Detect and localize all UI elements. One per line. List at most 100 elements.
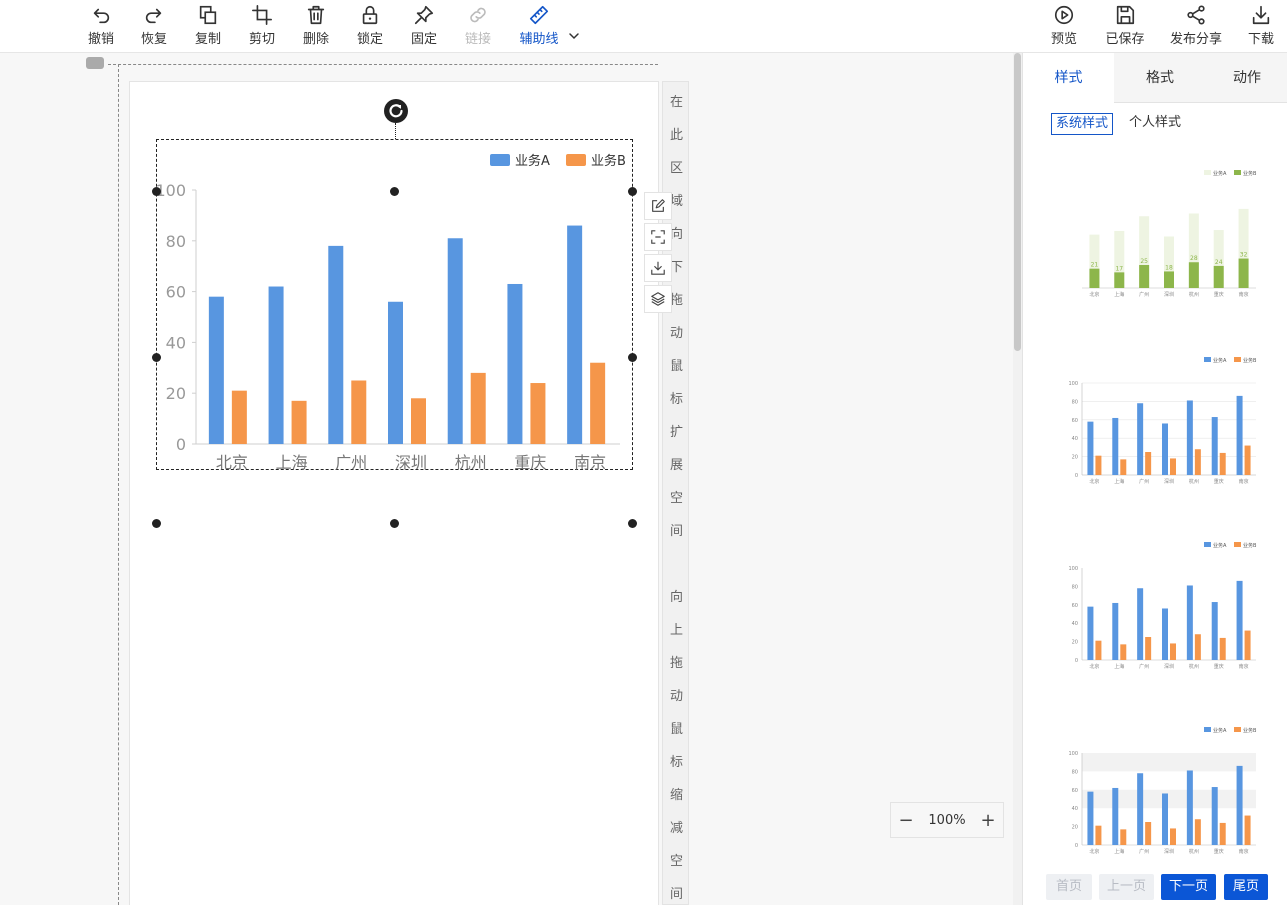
thumb-bar-b <box>1194 449 1201 475</box>
next-page-button[interactable]: 下一页 <box>1161 874 1216 900</box>
tab-format[interactable]: 格式 <box>1114 53 1206 103</box>
hint-char: 拖 <box>669 656 683 671</box>
horizontal-guide-line[interactable] <box>108 64 658 65</box>
thumb-bar-a <box>1186 400 1193 475</box>
tab-action[interactable]: 动作 <box>1206 53 1287 103</box>
thumb-bar-a <box>1211 417 1218 475</box>
delete-button[interactable]: 删除 <box>291 4 341 48</box>
redo-button[interactable]: 恢复 <box>129 4 179 48</box>
thumb-bar-a <box>1112 602 1119 660</box>
publish-share-button[interactable]: 发布分享 <box>1166 4 1226 48</box>
copy-icon <box>199 5 217 25</box>
layers-button[interactable] <box>644 285 672 313</box>
bar-a <box>208 296 224 444</box>
tab-style[interactable]: 样式 <box>1023 53 1114 103</box>
thumb-x-tick: 北京 <box>1089 663 1099 670</box>
hint-char: 动 <box>669 689 683 704</box>
prev-page-button[interactable]: 上一页 <box>1099 874 1154 900</box>
download-button[interactable]: 下载 <box>1236 4 1286 48</box>
thumb-x-tick: 北京 <box>1089 848 1099 855</box>
resize-handle-ne[interactable] <box>628 187 637 196</box>
guide-tag-icon[interactable] <box>86 57 104 69</box>
thumb-x-tick: 南京 <box>1239 478 1249 485</box>
thumb-x-tick: 深圳 <box>1164 478 1174 485</box>
preview-button[interactable]: 预览 <box>1039 4 1089 48</box>
download-label: 下载 <box>1247 32 1274 47</box>
hint-char: 空 <box>669 854 683 869</box>
subtab-personal-style[interactable]: 个人样式 <box>1125 113 1185 135</box>
replace-chart-button[interactable] <box>644 223 672 251</box>
save-icon <box>1116 5 1135 25</box>
hint-char: 向 <box>669 590 683 605</box>
thumb-bar-a <box>1087 791 1094 845</box>
thumb-bar-b <box>1145 637 1152 660</box>
x-tick-label: 南京 <box>574 453 606 471</box>
style-thumbnail-4[interactable]: 0 20 40 60 80 100 北京 上海 广州 深圳 杭州 重庆 南京 业务A 业务B <box>1042 715 1267 865</box>
resize-handle-w[interactable] <box>152 353 161 362</box>
thumb-legend-swatch <box>1234 357 1241 362</box>
scrollbar-thumb[interactable] <box>1014 53 1021 351</box>
thumb-y-tick: 60 <box>1072 603 1078 609</box>
rotate-handle[interactable] <box>384 99 408 123</box>
replace-icon <box>651 230 665 244</box>
resize-handle-e[interactable] <box>628 353 637 362</box>
subtab-system-style[interactable]: 系统样式 <box>1051 113 1114 135</box>
rotate-icon <box>389 104 403 118</box>
rotate-stem <box>395 123 396 139</box>
download-icon <box>651 261 665 275</box>
thumb-x-tick: 北京 <box>1089 291 1099 298</box>
thumb-bar-a <box>1211 787 1218 845</box>
resize-handle-sw[interactable] <box>152 519 161 528</box>
thumb-x-tick: 广州 <box>1139 291 1149 298</box>
thumb-y-tick: 20 <box>1072 640 1078 646</box>
thumb-y-tick: 40 <box>1072 621 1078 627</box>
legend-label: 业务B <box>591 153 626 169</box>
thumb-x-tick: 重庆 <box>1214 291 1224 298</box>
thumb-bar-a <box>1236 580 1243 660</box>
vertical-guide-line[interactable] <box>118 64 119 905</box>
style-thumbnail-1[interactable]: 21 北京 17 上海 25 广州 18 深圳 28 杭州 24 重庆 32 南京 业务A 业务B <box>1042 158 1267 308</box>
x-tick-label: 北京 <box>216 453 248 471</box>
style-thumbnail-3[interactable]: 0 20 40 60 80 100 北京 上海 广州 深圳 杭州 重庆 南京 业务A 业务B <box>1042 530 1267 680</box>
zoom-level: 100% <box>928 812 966 828</box>
first-page-button[interactable]: 首页 <box>1046 874 1092 900</box>
style-thumbnail-chart-3: 0 20 40 60 80 100 北京 上海 广州 深圳 杭州 重庆 南京 业务A 业务B <box>1068 542 1257 670</box>
copy-button[interactable]: 复制 <box>183 4 233 48</box>
lock-button[interactable]: 锁定 <box>345 4 395 48</box>
style-thumbnail-2[interactable]: 0 20 40 60 80 100 北京 上海 广州 深圳 杭州 重庆 南京 业务A 业务B <box>1042 345 1267 495</box>
thumb-y-tick: 0 <box>1075 843 1078 849</box>
zoom-in-button[interactable]: + <box>980 810 995 831</box>
download-chart-button[interactable] <box>644 254 672 282</box>
resize-handle-n[interactable] <box>390 187 399 196</box>
thumb-bar-b <box>1238 258 1249 288</box>
cut-button[interactable]: 剪切 <box>237 4 287 48</box>
thumb-y-tick: 0 <box>1075 658 1078 664</box>
bar-b <box>411 398 426 444</box>
guides-dropdown-button[interactable] <box>567 28 581 42</box>
thumb-x-tick: 杭州 <box>1189 663 1199 670</box>
pin-button[interactable]: 固定 <box>399 4 449 48</box>
canvas-scrollbar[interactable] <box>1013 53 1022 905</box>
bar-b <box>590 362 606 444</box>
thumb-data-label: 24 <box>1215 259 1223 266</box>
resize-handle-s[interactable] <box>390 519 399 528</box>
style-thumbnail-chart-4: 0 20 40 60 80 100 北京 上海 广州 深圳 杭州 重庆 南京 业务A 业务B <box>1068 727 1257 855</box>
thumb-bar-b <box>1139 265 1150 288</box>
thumb-x-tick: 重庆 <box>1214 663 1224 670</box>
saved-button[interactable]: 已保存 <box>1099 4 1151 48</box>
thumb-bar-a <box>1211 602 1218 660</box>
undo-button[interactable]: 撤销 <box>76 4 126 48</box>
last-page-button[interactable]: 尾页 <box>1224 874 1268 900</box>
hint-char: 空 <box>669 491 683 506</box>
thumb-x-tick: 南京 <box>1239 663 1249 670</box>
resize-handle-se[interactable] <box>628 519 637 528</box>
legend-swatch <box>566 154 586 166</box>
thumb-bar-b <box>1095 825 1102 845</box>
edit-data-button[interactable] <box>644 192 672 220</box>
link-button[interactable]: 链接 <box>453 4 503 48</box>
guides-button[interactable]: 辅助线 <box>514 4 564 48</box>
thumb-x-tick: 杭州 <box>1189 478 1199 485</box>
resize-handle-nw[interactable] <box>152 187 161 196</box>
thumb-y-tick: 60 <box>1072 418 1078 424</box>
zoom-out-button[interactable]: − <box>898 810 913 831</box>
